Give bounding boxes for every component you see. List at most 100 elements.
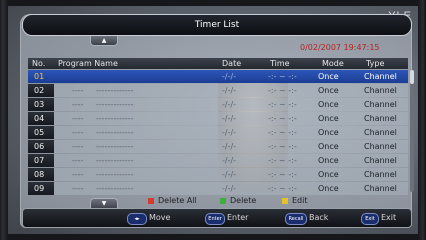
row-mode: Once xyxy=(318,128,339,137)
program-name: ------------- xyxy=(96,86,134,95)
program-channel: ---- xyxy=(72,156,84,165)
row-date: -/-/- xyxy=(222,156,237,165)
red-key-icon xyxy=(148,198,154,204)
table-header: No. Program Name Date Time Mode Type xyxy=(28,58,408,69)
row-date: -/-/- xyxy=(222,184,237,193)
program-name: ------------- xyxy=(96,184,134,193)
delete-label: Delete xyxy=(230,196,257,205)
program-name: ------------- xyxy=(96,128,134,137)
row-time: -:- ~ -:- xyxy=(268,72,297,81)
row-type: Channel xyxy=(364,142,397,151)
row-type: Channel xyxy=(364,184,397,193)
table-row[interactable]: 08 ---- ------------- -/-/- -:- ~ -:- On… xyxy=(28,168,408,181)
row-time: -:- ~ -:- xyxy=(268,128,297,137)
row-date: -/-/- xyxy=(222,72,237,81)
back-hint: Back xyxy=(309,213,329,222)
table-row[interactable]: 03 ---- ------------- -/-/- -:- ~ -:- On… xyxy=(28,98,408,111)
row-mode: Once xyxy=(318,142,339,151)
table-row[interactable]: 02 ---- ------------- -/-/- -:- ~ -:- On… xyxy=(28,84,408,97)
col-time: Time xyxy=(270,59,290,68)
color-key-legend: Delete All Delete Edit xyxy=(28,196,408,206)
program-channel: ---- xyxy=(72,86,84,95)
row-type: Channel xyxy=(364,128,397,137)
row-type: Channel xyxy=(364,156,397,165)
row-mode: Once xyxy=(318,100,339,109)
table-row[interactable]: 06 ---- ------------- -/-/- -:- ~ -:- On… xyxy=(28,140,408,153)
row-date: -/-/- xyxy=(222,114,237,123)
col-date: Date xyxy=(222,59,242,68)
timer-table: 01 -/-/- -:- ~ -:- Once Channel 02 ---- … xyxy=(28,70,408,196)
arrow-keys-icon: ◂▸ xyxy=(127,213,147,225)
row-type: Channel xyxy=(364,114,397,123)
move-hint: Move xyxy=(149,213,171,222)
row-number: 06 xyxy=(28,140,54,153)
row-time: -:- ~ -:- xyxy=(268,114,297,123)
row-mode: Once xyxy=(318,156,339,165)
row-time: -:- ~ -:- xyxy=(268,156,297,165)
program-name: ------------- xyxy=(96,142,134,151)
row-time: -:- ~ -:- xyxy=(268,170,297,179)
chevron-up-icon: ▲ xyxy=(101,37,107,44)
row-time: -:- ~ -:- xyxy=(268,86,297,95)
row-date: -/-/- xyxy=(222,86,237,95)
table-row[interactable]: 07 ---- ------------- -/-/- -:- ~ -:- On… xyxy=(28,154,408,167)
program-name: ------------- xyxy=(96,170,134,179)
program-name: ------------- xyxy=(96,114,134,123)
row-number: 02 xyxy=(28,84,54,97)
row-date: -/-/- xyxy=(222,100,237,109)
row-date: -/-/- xyxy=(222,170,237,179)
program-name: ------------- xyxy=(96,156,134,165)
row-number: 03 xyxy=(28,98,54,111)
list-scrollbar[interactable] xyxy=(410,70,414,192)
exit-hint: Exit xyxy=(381,213,397,222)
row-type: Channel xyxy=(364,86,397,95)
enter-hint: Enter xyxy=(227,213,249,222)
row-mode: Once xyxy=(318,86,339,95)
table-row[interactable]: 04 ---- ------------- -/-/- -:- ~ -:- On… xyxy=(28,112,408,125)
exit-key-icon: Exit xyxy=(361,213,379,225)
program-name: ------------- xyxy=(96,100,134,109)
table-row[interactable]: 05 ---- ------------- -/-/- -:- ~ -:- On… xyxy=(28,126,408,139)
row-number: 07 xyxy=(28,154,54,167)
row-number: 05 xyxy=(28,126,54,139)
enter-key-icon: Enter xyxy=(205,213,225,225)
program-channel: ---- xyxy=(72,128,84,137)
row-type: Channel xyxy=(364,100,397,109)
row-number: 01 xyxy=(28,70,54,83)
panel-title: Timer List xyxy=(22,14,412,36)
yellow-key-icon xyxy=(282,198,288,204)
row-date: -/-/- xyxy=(222,142,237,151)
row-time: -:- ~ -:- xyxy=(268,100,297,109)
col-mode: Mode xyxy=(322,59,344,68)
current-datetime: 0/02/2007 19:47:15 xyxy=(300,43,380,52)
program-channel: ---- xyxy=(72,100,84,109)
program-channel: ---- xyxy=(72,142,84,151)
row-number: 04 xyxy=(28,112,54,125)
row-date: -/-/- xyxy=(222,128,237,137)
program-channel: ---- xyxy=(72,114,84,123)
col-type: Type xyxy=(366,59,385,68)
help-bar: ◂▸ Move Enter Enter Recall Back Exit Exi… xyxy=(22,208,412,228)
program-channel: ---- xyxy=(72,184,84,193)
col-program: Program Name xyxy=(58,59,118,68)
row-mode: Once xyxy=(318,184,339,193)
col-no: No. xyxy=(32,59,46,68)
table-row[interactable]: 01 -/-/- -:- ~ -:- Once Channel xyxy=(28,70,408,83)
row-time: -:- ~ -:- xyxy=(268,184,297,193)
row-number: 08 xyxy=(28,168,54,181)
row-time: -:- ~ -:- xyxy=(268,142,297,151)
edit-label: Edit xyxy=(292,196,308,205)
row-type: Channel xyxy=(364,170,397,179)
scrollbar-thumb[interactable] xyxy=(410,70,414,84)
program-channel: ---- xyxy=(72,170,84,179)
row-mode: Once xyxy=(318,72,339,81)
recall-key-icon: Recall xyxy=(285,213,307,225)
row-mode: Once xyxy=(318,114,339,123)
row-type: Channel xyxy=(364,72,397,81)
row-mode: Once xyxy=(318,170,339,179)
row-number: 09 xyxy=(28,182,54,195)
green-key-icon xyxy=(220,198,226,204)
table-row[interactable]: 09 ---- ------------- -/-/- -:- ~ -:- On… xyxy=(28,182,408,195)
scroll-up-tab[interactable]: ▲ xyxy=(90,36,118,46)
delete-all-label: Delete All xyxy=(158,196,197,205)
